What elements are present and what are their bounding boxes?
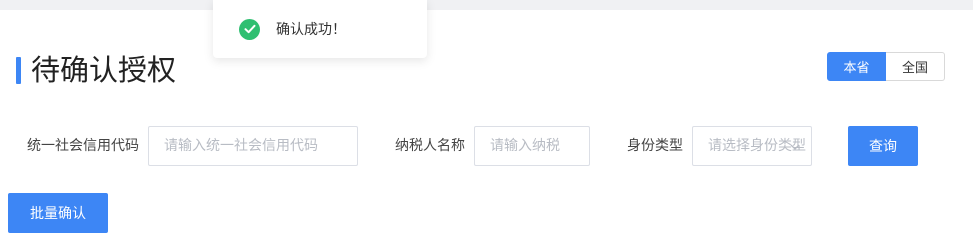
check-circle-icon	[239, 18, 260, 40]
search-button[interactable]: 查询	[848, 126, 918, 166]
toast-message: 确认成功！	[276, 22, 346, 38]
scope-province-button[interactable]: 本省	[827, 52, 886, 81]
credit-code-input[interactable]: 请输入统一社会信用代码	[148, 126, 358, 166]
identity-type-select[interactable]: 请选择身份类型	[692, 126, 812, 166]
title-accent-bar	[16, 57, 21, 84]
batch-confirm-button[interactable]: 批量确认	[8, 193, 108, 233]
credit-code-label: 统一社会信用代码	[27, 138, 139, 154]
page-title: 待确认授权	[31, 53, 177, 87]
top-bar	[0, 0, 973, 10]
success-toast: 确认成功！	[213, 0, 427, 58]
taxpayer-name-input[interactable]: 请输入纳税	[474, 126, 590, 166]
scope-national-button[interactable]: 全国	[886, 52, 945, 81]
scope-toggle: 本省 全国	[827, 52, 945, 81]
chevron-down-icon	[790, 144, 800, 150]
taxpayer-name-label: 纳税人名称	[395, 138, 465, 154]
identity-type-label: 身份类型	[627, 138, 683, 154]
